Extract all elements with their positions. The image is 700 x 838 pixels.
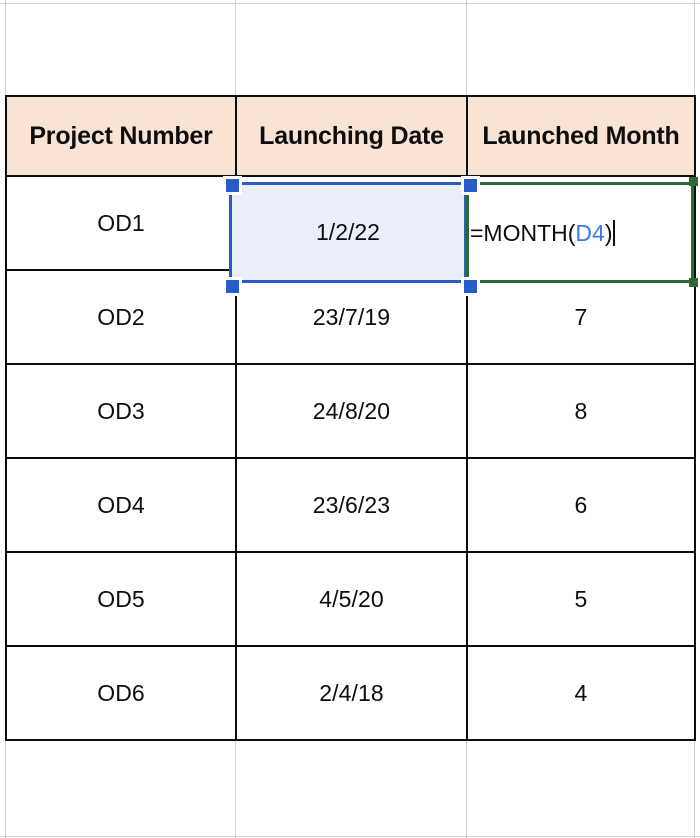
cell-project-number[interactable]: OD4 bbox=[5, 457, 237, 553]
cell-project-number[interactable]: OD5 bbox=[5, 551, 237, 647]
gridline-horizontal bbox=[0, 836, 700, 837]
cell-project-number[interactable]: OD2 bbox=[5, 269, 237, 365]
cell-project-number[interactable]: OD3 bbox=[5, 363, 237, 459]
cell-launching-date[interactable]: 23/6/23 bbox=[235, 457, 468, 553]
cell-launching-date[interactable]: 23/7/19 bbox=[235, 269, 468, 365]
table-header: Project Number Launching Date Launched M… bbox=[5, 95, 696, 177]
cell-launching-date[interactable]: 2/4/18 bbox=[235, 645, 468, 741]
cell-project-number[interactable]: OD6 bbox=[5, 645, 237, 741]
table-row[interactable]: OD6 2/4/18 4 bbox=[5, 645, 696, 741]
formula-cell-reference: D4 bbox=[575, 219, 605, 246]
gridline-horizontal bbox=[0, 3, 700, 4]
table-row[interactable]: OD5 4/5/20 5 bbox=[5, 551, 696, 647]
cell-launching-date[interactable]: 4/5/20 bbox=[235, 551, 468, 647]
editor-handle-bottom-right[interactable] bbox=[689, 278, 698, 287]
column-header-launching-date[interactable]: Launching Date bbox=[235, 95, 468, 177]
table-row[interactable]: OD2 23/7/19 7 bbox=[5, 269, 696, 365]
selection-handle-top-left[interactable] bbox=[223, 176, 242, 195]
formula-text: =MONTH(D4) bbox=[469, 219, 615, 246]
cell-project-number[interactable]: OD1 bbox=[5, 175, 237, 271]
column-header-launched-month[interactable]: Launched Month bbox=[466, 95, 696, 177]
cell-formula-editor[interactable]: =MONTH(D4) bbox=[466, 182, 694, 283]
table-header-row: Project Number Launching Date Launched M… bbox=[5, 95, 696, 177]
text-caret bbox=[612, 219, 615, 246]
table-row[interactable]: OD3 24/8/20 8 bbox=[5, 363, 696, 459]
cell-launched-month[interactable]: 8 bbox=[466, 363, 696, 459]
cell-launched-month[interactable]: 6 bbox=[466, 457, 696, 553]
table-row[interactable]: OD4 23/6/23 6 bbox=[5, 457, 696, 553]
selected-cell-value: 1/2/22 bbox=[316, 219, 380, 245]
cell-launched-month[interactable]: 7 bbox=[466, 269, 696, 365]
cell-launching-date[interactable]: 24/8/20 bbox=[235, 363, 468, 459]
selection-handle-bottom-right[interactable] bbox=[461, 277, 480, 296]
formula-suffix: ) bbox=[604, 219, 613, 246]
editor-handle-top-right[interactable] bbox=[689, 177, 698, 186]
formula-prefix: =MONTH( bbox=[470, 219, 576, 246]
selection-handle-top-right[interactable] bbox=[461, 176, 480, 195]
cell-launched-month[interactable]: 4 bbox=[466, 645, 696, 741]
column-header-project-number[interactable]: Project Number bbox=[5, 95, 237, 177]
cell-launched-month[interactable]: 5 bbox=[466, 551, 696, 647]
selection-handle-bottom-left[interactable] bbox=[223, 277, 242, 296]
selected-cell-highlight[interactable]: 1/2/22 bbox=[229, 182, 467, 283]
